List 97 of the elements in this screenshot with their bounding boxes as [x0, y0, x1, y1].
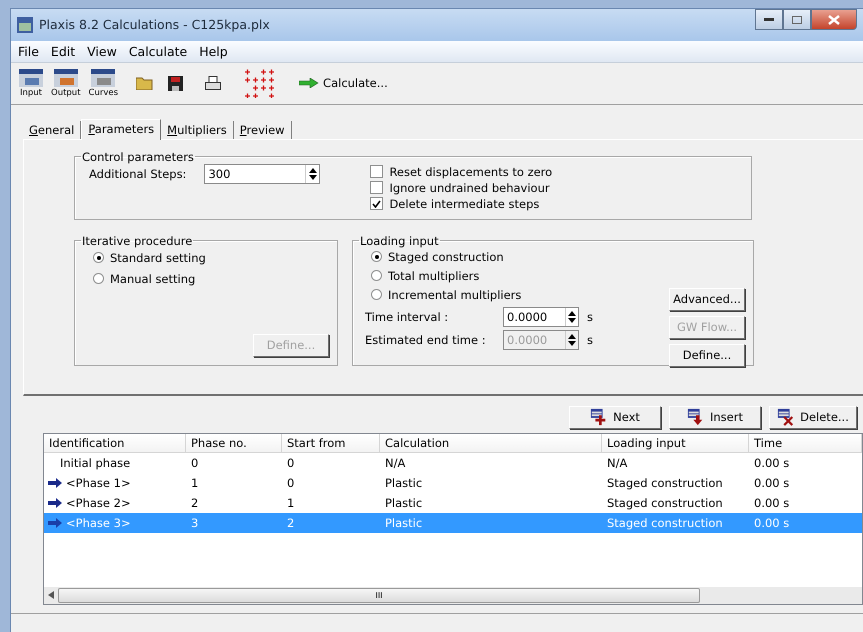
menu-item[interactable]: Calculate — [124, 44, 192, 58]
checkbox[interactable] — [370, 181, 384, 194]
action-button[interactable]: Define... — [669, 344, 745, 367]
maximize-button[interactable] — [783, 9, 811, 30]
action-button[interactable]: Advanced... — [669, 288, 745, 311]
table-cell-text: Plastic — [384, 474, 424, 492]
column-header[interactable]: Loading input — [602, 434, 749, 453]
field-label: Time interval : — [365, 310, 450, 324]
save-icon[interactable] — [168, 76, 184, 91]
program-button[interactable]: Curves — [88, 68, 118, 98]
table-cell-text: Initial phase — [59, 454, 132, 472]
radio-button[interactable] — [371, 251, 382, 262]
column-header[interactable]: Calculation — [380, 434, 602, 453]
minimize-button[interactable] — [755, 9, 783, 30]
table-cell: 3 — [186, 512, 282, 533]
table-cell-text: 0.00 s — [753, 474, 790, 492]
radio-label: Incremental multipliers — [388, 288, 522, 302]
steps-field[interactable]: 300 — [204, 164, 320, 184]
unit-label: s — [587, 310, 593, 324]
checkbox[interactable] — [370, 197, 384, 210]
checkbox-label: Reset displacements to zero — [389, 164, 552, 179]
column-header[interactable]: Phase no. — [186, 434, 282, 453]
table-cell-text: Staged construction — [606, 474, 724, 492]
phase-button[interactable]: Insert — [669, 406, 761, 429]
arrow-icon — [48, 498, 62, 508]
column-header[interactable]: Identification — [44, 434, 186, 453]
spin-arrows-icon — [568, 334, 576, 346]
radio-button[interactable] — [93, 273, 104, 284]
phase-button[interactable]: Delete... — [769, 406, 857, 429]
table-cell-text: N/A — [606, 454, 628, 472]
table-cell: Plastic — [380, 512, 602, 533]
radio-label: Staged construction — [388, 250, 504, 264]
menu-item[interactable]: Help — [194, 44, 233, 58]
table-cell: <Phase 1> — [44, 472, 186, 493]
table-insert-icon — [687, 408, 705, 426]
radio-button[interactable] — [93, 252, 104, 264]
table-cell-text: 2 — [190, 494, 200, 512]
radio-label: Total multipliers — [388, 268, 480, 283]
table-cell-text: 1 — [190, 474, 200, 492]
tab[interactable]: Preview — [234, 120, 292, 139]
time-field[interactable]: 0.0000 — [503, 306, 579, 327]
table-cell: 2 — [282, 512, 380, 533]
table-delete-icon — [777, 408, 796, 426]
group-title: Iterative procedure — [81, 234, 194, 248]
table-cell: 0.00 s — [749, 512, 862, 533]
menu-item[interactable]: File — [13, 44, 44, 58]
table-cell-text: 1 — [286, 494, 296, 512]
table-cell-text: 0.00 s — [753, 494, 790, 512]
arrow-icon — [48, 518, 62, 528]
radio-button[interactable] — [371, 270, 382, 282]
scrollbar-thumb[interactable]: III — [58, 588, 700, 603]
table-add-icon — [590, 408, 608, 426]
spin-arrows-icon — [568, 310, 576, 323]
tab[interactable]: Multipliers — [161, 120, 234, 139]
field-label: Additional Steps: — [89, 166, 186, 181]
radio-label: Manual setting — [110, 272, 196, 286]
field-label: Estimated end time : — [365, 332, 487, 347]
unit-label: s — [587, 332, 593, 347]
arrow-icon — [48, 478, 62, 488]
column-header[interactable]: Time — [749, 434, 862, 453]
radio-button[interactable] — [371, 289, 382, 300]
tab[interactable]: Parameters — [81, 118, 162, 140]
maximize-icon — [792, 16, 802, 24]
calculate-button[interactable]: Calculate... — [299, 76, 388, 90]
phase-button[interactable]: Next — [569, 406, 661, 429]
minimize-icon — [764, 18, 774, 22]
table-cell-text: 0 — [286, 474, 296, 492]
table-cell: <Phase 2> — [44, 492, 186, 513]
table-cell-text: Staged construction — [606, 494, 724, 512]
close-icon — [828, 14, 840, 24]
program-button[interactable]: Input — [19, 68, 43, 98]
group-title: Loading input — [359, 234, 440, 248]
table-cell-text: 0 — [286, 454, 296, 472]
app-icon — [17, 16, 33, 33]
spin-arrows-icon — [308, 168, 317, 180]
menu-item[interactable]: View — [82, 44, 122, 58]
checkbox-label: Delete intermediate steps — [389, 196, 540, 211]
radio-label: Standard setting — [110, 250, 206, 265]
arrow-icon — [299, 78, 320, 88]
table-cell: <Phase 3> — [44, 512, 186, 533]
horizontal-scrollbar[interactable]: III — [44, 586, 862, 604]
checkbox-label: Ignore undrained behaviour — [389, 180, 550, 195]
close-button[interactable] — [811, 9, 857, 30]
print-icon[interactable] — [205, 76, 222, 91]
table-cell-text: N/A — [384, 454, 406, 472]
table-cell: Staged construction — [602, 512, 749, 533]
program-button[interactable]: Output — [51, 68, 81, 98]
column-header[interactable]: Start from — [282, 434, 380, 453]
table-cell-text: Plastic — [384, 494, 424, 512]
open-folder-icon[interactable] — [136, 76, 154, 90]
scroll-left-icon[interactable] — [48, 591, 54, 600]
checkbox[interactable] — [370, 165, 384, 178]
table-cell-text: 0.00 s — [753, 454, 790, 472]
table-cell-text: 0 — [190, 454, 200, 472]
menu-item[interactable]: Edit — [46, 44, 80, 58]
window-title: Plaxis 8.2 Calculations - C125kpa.plx — [39, 17, 270, 32]
group-title: Control parameters — [81, 150, 195, 164]
